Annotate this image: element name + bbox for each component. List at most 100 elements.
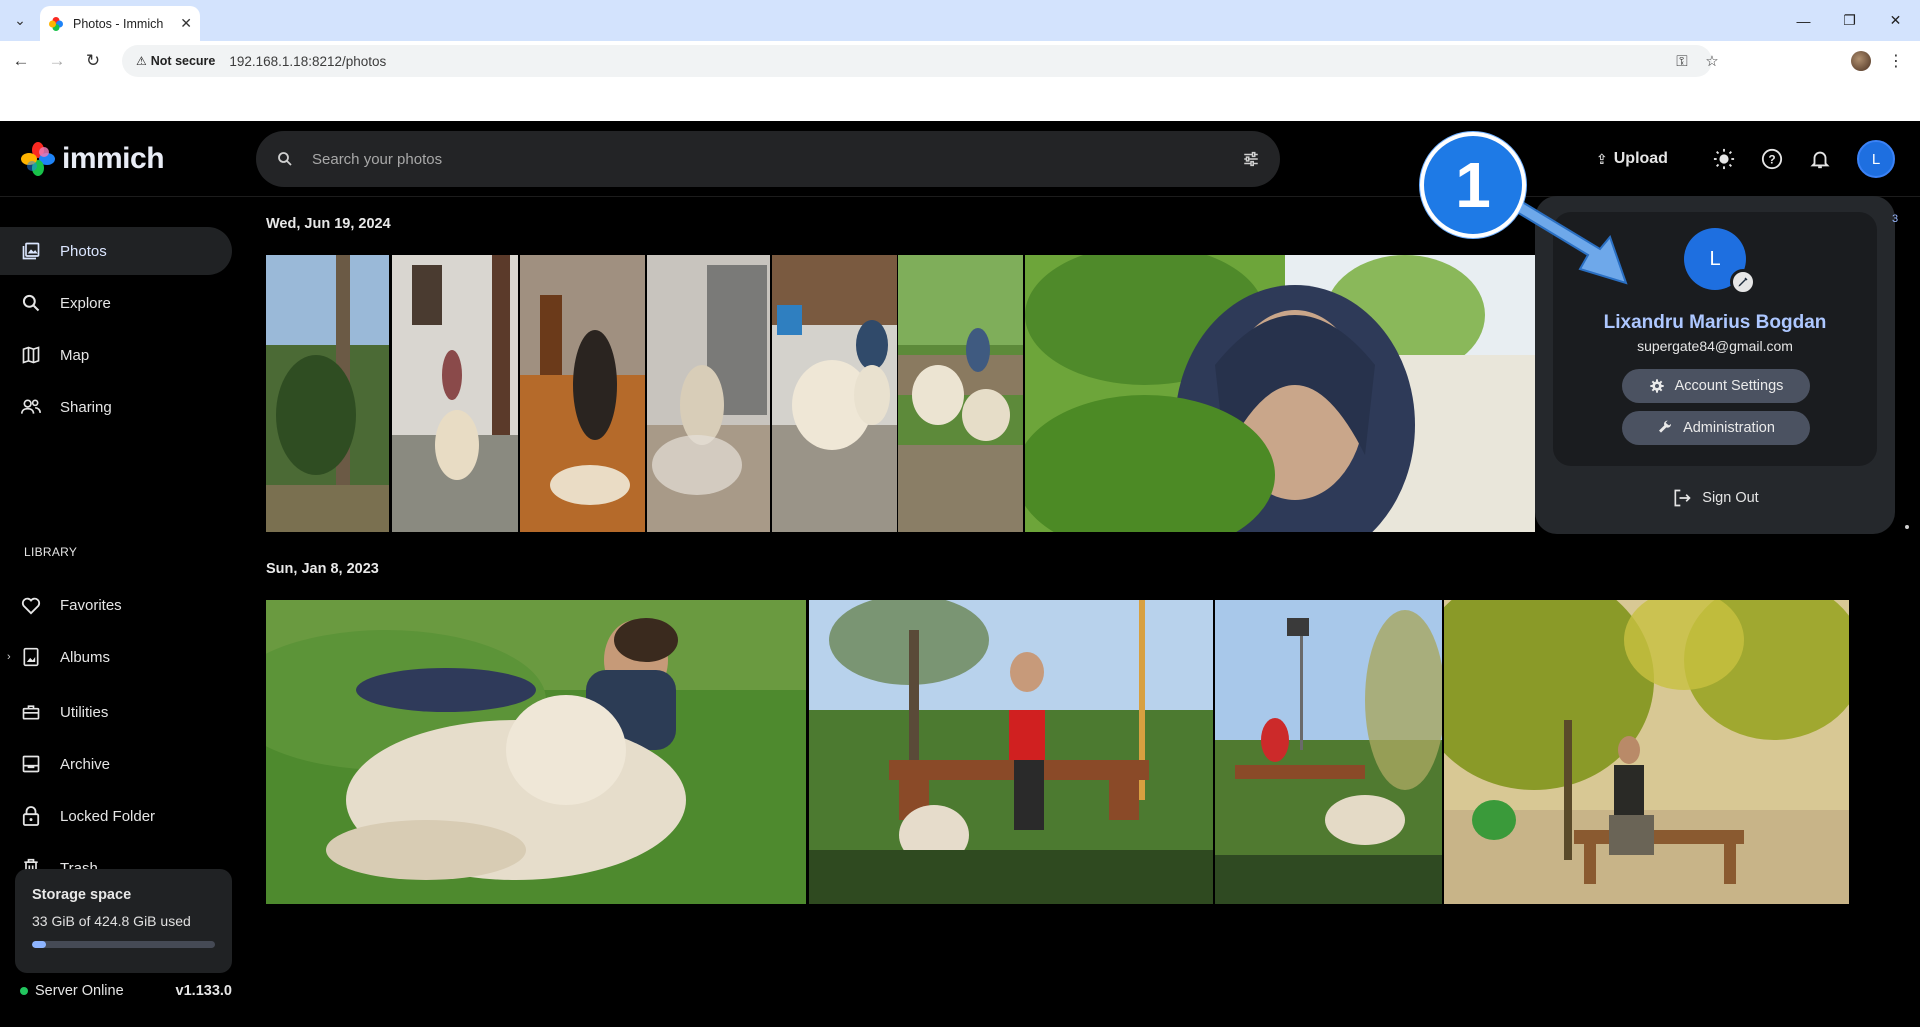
sign-out-button[interactable]: Sign Out	[1535, 488, 1895, 508]
account-name: Lixandru Marius Bogdan	[1603, 312, 1827, 333]
user-avatar-button[interactable]: L	[1857, 140, 1895, 178]
bookmark-star-icon[interactable]: ☆	[1698, 45, 1726, 77]
browser-tabstrip: ⌄ Photos - Immich ✕ — ❐ ✕	[0, 0, 1920, 41]
photo-thumbnail[interactable]	[266, 255, 389, 532]
browser-tab[interactable]: Photos - Immich ✕	[40, 6, 200, 41]
sidebar-item-utilities[interactable]: Utilities	[0, 688, 232, 736]
gear-icon	[1649, 378, 1665, 394]
notifications-bell-icon[interactable]	[1806, 145, 1834, 173]
sidebar-item-label: Favorites	[60, 596, 122, 614]
sidebar-item-label: Explore	[60, 294, 111, 312]
browser-menu-icon[interactable]: ⋮	[1888, 51, 1904, 71]
sidebar-item-archive[interactable]: Archive	[0, 740, 232, 788]
server-version[interactable]: v1.133.0	[176, 983, 232, 999]
photo-thumbnail[interactable]	[520, 255, 645, 532]
search-filter-icon[interactable]	[1242, 150, 1260, 168]
callout-arrow-icon	[1500, 197, 1628, 285]
upload-button[interactable]: ⇪ Upload	[1596, 145, 1668, 173]
sidebar-item-albums[interactable]: › Albums	[0, 633, 232, 681]
browser-toolbar: ← → ↻ ⚠ Not secure 192.168.1.18:8212/pho…	[0, 41, 1920, 81]
account-settings-button[interactable]: Account Settings	[1622, 369, 1810, 403]
upload-icon: ⇪	[1596, 150, 1608, 167]
server-online-dot-icon	[20, 987, 28, 995]
administration-label: Administration	[1683, 420, 1775, 436]
photo-thumbnail[interactable]	[898, 255, 1023, 532]
storage-progress-bar	[32, 941, 215, 948]
date-group-heading[interactable]: Wed, Jun 19, 2024	[266, 216, 391, 232]
immich-favicon-icon	[49, 16, 63, 31]
help-icon[interactable]: ?	[1758, 145, 1786, 173]
date-group-heading[interactable]: Sun, Jan 8, 2023	[266, 561, 379, 577]
address-bar[interactable]: ⚠ Not secure 192.168.1.18:8212/photos ⚿ …	[122, 45, 1719, 77]
photo-thumbnail[interactable]	[809, 600, 1213, 904]
tab-close-icon[interactable]: ✕	[180, 15, 192, 32]
sign-out-label: Sign Out	[1702, 490, 1759, 506]
photo-thumbnail[interactable]	[772, 255, 897, 532]
storage-card: Storage space 33 GiB of 424.8 GiB used	[15, 869, 232, 973]
server-status-text: Server Online	[35, 983, 124, 999]
sidebar-item-locked-folder[interactable]: Locked Folder	[0, 792, 232, 840]
sidebar-item-explore[interactable]: Explore	[0, 279, 232, 327]
administration-button[interactable]: Administration	[1622, 411, 1810, 445]
storage-title: Storage space	[32, 887, 132, 903]
warning-icon: ⚠	[136, 54, 147, 68]
theme-toggle-sun-icon[interactable]	[1710, 145, 1738, 173]
site-info-chip[interactable]: ⚠ Not secure	[130, 49, 221, 73]
photo-thumbnail[interactable]	[647, 255, 770, 532]
browser-blank-strip	[0, 81, 1920, 121]
window-close-icon[interactable]: ✕	[1873, 0, 1918, 41]
sidebar-item-label: Sharing	[60, 398, 112, 416]
search-input[interactable]: Search your photos	[312, 151, 442, 168]
photo-thumbnail[interactable]	[1215, 600, 1442, 904]
library-heading: LIBRARY	[24, 545, 78, 559]
sidebar-item-label: Albums	[60, 648, 111, 666]
sidebar-item-photos[interactable]: Photos	[0, 227, 232, 275]
archive-icon	[20, 753, 42, 775]
scrubber-dot[interactable]	[1905, 525, 1909, 529]
sidebar-item-favorites[interactable]: Favorites	[0, 581, 232, 629]
lock-icon	[20, 805, 42, 827]
immich-logo-icon	[21, 142, 55, 176]
storage-progress-fill	[32, 941, 47, 948]
search-bar[interactable]: Search your photos	[256, 131, 1280, 187]
utilities-icon	[20, 701, 42, 723]
people-icon	[20, 396, 42, 418]
album-icon	[20, 646, 42, 668]
account-email: supergate84@gmail.com	[1637, 338, 1793, 354]
map-icon	[20, 344, 42, 366]
expand-caret-icon[interactable]: ›	[7, 651, 11, 663]
tab-search-button[interactable]: ⌄	[8, 8, 32, 32]
app-header: immich Search your photos ⇪ Upload ? L	[0, 121, 1920, 197]
storage-used-text: 33 GiB of 424.8 GiB used	[32, 913, 191, 929]
not-secure-label: Not secure	[150, 54, 216, 68]
sidebar-item-map[interactable]: Map	[0, 331, 232, 379]
photo-thumbnail[interactable]	[392, 255, 518, 532]
back-icon[interactable]: ←	[9, 49, 33, 73]
search-icon	[20, 292, 42, 314]
photos-icon	[20, 240, 42, 262]
immich-logo[interactable]: immich	[20, 141, 165, 177]
restore-icon[interactable]: ❐	[1827, 0, 1872, 41]
forward-icon[interactable]: →	[45, 49, 69, 73]
tab-title: Photos - Immich	[73, 16, 164, 31]
edit-avatar-pencil-icon[interactable]	[1730, 269, 1756, 295]
password-key-icon[interactable]: ⚿	[1668, 45, 1696, 77]
reload-icon[interactable]: ↻	[81, 49, 105, 73]
sidebar-item-label: Archive	[60, 755, 111, 773]
photo-thumbnail[interactable]	[266, 600, 806, 904]
photo-thumbnail[interactable]	[1444, 600, 1849, 904]
server-status: Server Online v1.133.0	[20, 983, 232, 999]
immich-app: immich Search your photos ⇪ Upload ? L P…	[0, 121, 1920, 1027]
sidebar-item-label: Map	[60, 346, 90, 364]
sidebar-item-sharing[interactable]: Sharing	[0, 383, 232, 431]
browser-profile-avatar[interactable]	[1851, 51, 1871, 71]
sidebar-item-label: Locked Folder	[60, 807, 156, 825]
callout-step-number: 1	[1420, 132, 1526, 238]
minimize-icon[interactable]: —	[1781, 0, 1826, 41]
sidebar-item-label: Photos	[60, 242, 107, 260]
url-text: 192.168.1.18:8212/photos	[229, 53, 387, 69]
sidebar-item-label: Utilities	[60, 703, 109, 721]
svg-text:?: ?	[1768, 153, 1775, 167]
photo-thumbnail[interactable]	[1025, 255, 1535, 532]
account-settings-label: Account Settings	[1674, 378, 1784, 394]
